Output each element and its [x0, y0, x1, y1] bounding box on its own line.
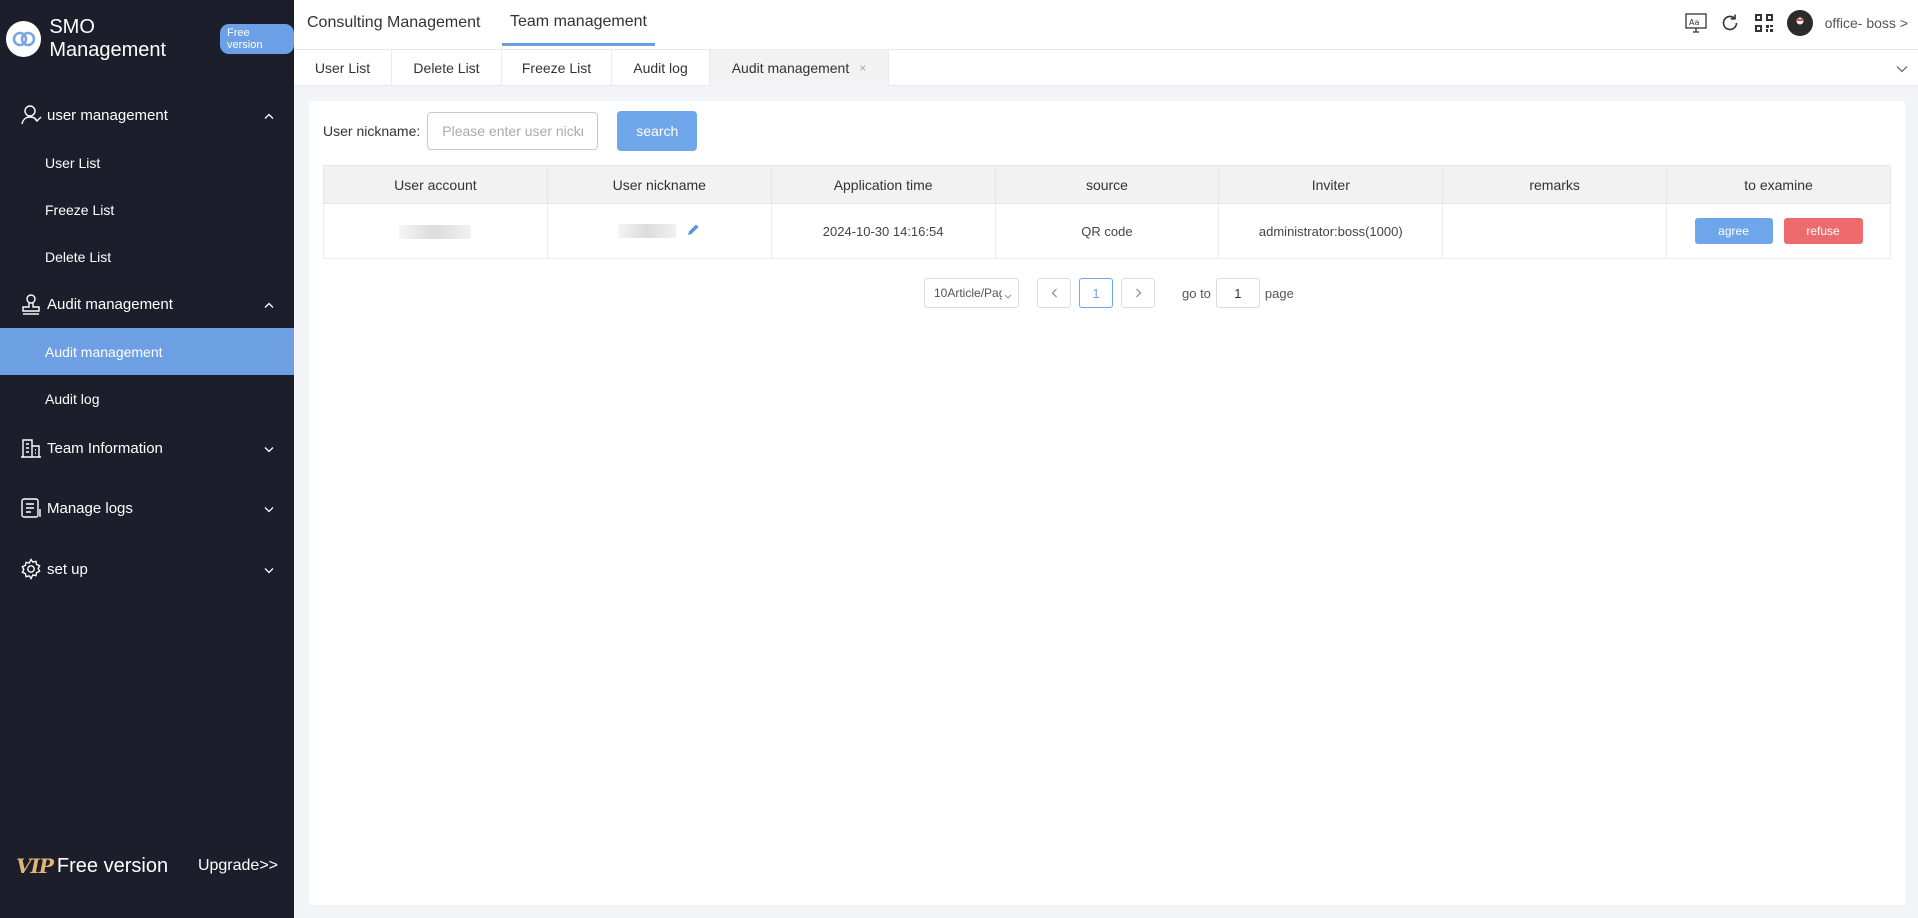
chevron-down-icon	[264, 500, 274, 517]
table-header-row: User account User nickname Application t…	[323, 165, 1891, 204]
page-tab-audit-management[interactable]: Audit management ×	[710, 50, 889, 86]
column-header: Application time	[770, 165, 996, 204]
nickname-cell	[546, 203, 772, 259]
chevron-left-icon	[1051, 288, 1057, 298]
redacted-nickname	[618, 224, 677, 239]
chevron-right-icon: >	[1899, 15, 1908, 31]
header-actions: Aa office- boss >	[1684, 0, 1908, 46]
tab-consulting-management[interactable]: Consulting Management	[307, 0, 480, 46]
nickname-filter-label: User nickname:	[323, 123, 421, 139]
user-icon	[19, 103, 43, 127]
redacted-account	[399, 224, 472, 239]
goto-label: go to	[1182, 285, 1211, 301]
source-cell: QR code	[994, 203, 1220, 259]
column-header: User nickname	[546, 165, 772, 204]
chevron-down-icon[interactable]	[1896, 60, 1908, 78]
next-page-button[interactable]	[1121, 278, 1155, 308]
nickname-search-input[interactable]	[427, 112, 599, 150]
menu-group-label: Manage logs	[47, 499, 133, 517]
audit-table: User account User nickname Application t…	[323, 165, 1891, 259]
chevron-down-icon	[1002, 288, 1012, 302]
close-icon[interactable]: ×	[859, 61, 866, 75]
page-tabs: User List Delete List Freeze List Audit …	[294, 50, 1918, 86]
chevron-down-icon	[264, 561, 274, 578]
tab-team-management[interactable]: Team management	[502, 0, 655, 46]
upgrade-link[interactable]: Upgrade>>	[198, 857, 278, 875]
sidebar-item-freeze-list[interactable]: Freeze List	[0, 186, 294, 233]
prev-page-button[interactable]	[1037, 278, 1071, 308]
translate-icon[interactable]: Aa	[1684, 12, 1707, 34]
menu-group-label: user management	[47, 106, 168, 124]
qr-code-icon[interactable]	[1753, 12, 1775, 34]
search-button[interactable]: search	[617, 111, 698, 151]
column-header: User account	[323, 165, 548, 204]
building-icon	[19, 436, 43, 460]
avatar[interactable]	[1786, 10, 1813, 36]
page-label: page	[1264, 285, 1294, 301]
page-size-select[interactable]: 10Article/Page	[924, 278, 1019, 308]
main-content: User nickname: search User account User …	[309, 101, 1905, 905]
vip-label: Free version	[56, 854, 169, 877]
goto-page-input[interactable]	[1215, 278, 1260, 308]
page-tab-delete-list[interactable]: Delete List	[392, 50, 502, 86]
menu-group-label: set up	[47, 560, 88, 578]
chevron-down-icon	[264, 440, 274, 457]
sidebar-item-delete-list[interactable]: Delete List	[0, 233, 294, 280]
table-row: 2024-10-30 14:16:54 QR code administrato…	[323, 203, 1891, 259]
menu-group-team-information[interactable]: Team Information	[0, 424, 294, 472]
brand: SMO Management Free version	[0, 0, 294, 78]
actions-cell: agree refuse	[1666, 203, 1891, 259]
sidebar: SMO Management Free version user managem…	[0, 0, 294, 918]
page-size-value: 10Article/Page	[934, 286, 1013, 300]
column-header: Inviter	[1218, 165, 1444, 204]
refresh-icon[interactable]	[1719, 12, 1741, 34]
chevron-up-icon	[264, 107, 274, 124]
user-name[interactable]: office- boss >	[1825, 15, 1908, 31]
chevron-up-icon	[264, 296, 274, 313]
column-header: to examine	[1666, 165, 1891, 204]
svg-text:Aa: Aa	[1689, 18, 1699, 27]
menu-group-set-up[interactable]: set up	[0, 545, 294, 593]
column-header: source	[994, 165, 1220, 204]
menu-group-manage-logs[interactable]: Manage logs	[0, 484, 294, 532]
header: Consulting Management Team management Aa…	[294, 0, 1918, 50]
refuse-button[interactable]: refuse	[1783, 218, 1863, 244]
agree-button[interactable]: agree	[1694, 218, 1773, 244]
inviter-cell: administrator:boss(1000)	[1218, 203, 1444, 259]
page-number-button[interactable]: 1	[1079, 278, 1113, 308]
sidebar-item-user-list[interactable]: User List	[0, 139, 294, 186]
chevron-right-icon	[1135, 288, 1141, 298]
page-tab-user-list[interactable]: User List	[294, 50, 392, 86]
vip-badge: VIP	[16, 854, 54, 878]
stamp-icon	[19, 292, 43, 316]
brand-title: SMO Management	[49, 16, 167, 61]
page-tab-freeze-list[interactable]: Freeze List	[502, 50, 612, 86]
menu-group-audit-management[interactable]: Audit management	[0, 280, 294, 328]
brand-logo-icon	[6, 21, 42, 57]
vip-footer: VIP Free version Upgrade>>	[16, 854, 278, 878]
remarks-cell	[1442, 203, 1668, 259]
filter-bar: User nickname: search	[323, 111, 698, 151]
menu-group-label: Audit management	[47, 295, 173, 313]
column-header: remarks	[1442, 165, 1668, 204]
account-cell	[323, 203, 548, 259]
pencil-icon[interactable]	[686, 223, 700, 240]
menu-group-label: Team Information	[47, 439, 163, 457]
sidebar-item-audit-log[interactable]: Audit log	[0, 375, 294, 422]
version-badge: Free version	[220, 24, 294, 54]
menu-group-user-management[interactable]: user management	[0, 91, 294, 139]
pagination: 10Article/Page 1 go to page	[924, 278, 1294, 308]
application-time-cell: 2024-10-30 14:16:54	[770, 203, 996, 259]
page-tab-label: Audit management	[731, 60, 850, 76]
gear-icon	[19, 557, 43, 581]
sidebar-item-audit-management[interactable]: Audit management	[0, 328, 294, 375]
list-icon	[19, 496, 43, 520]
page-tab-audit-log[interactable]: Audit log	[612, 50, 710, 86]
